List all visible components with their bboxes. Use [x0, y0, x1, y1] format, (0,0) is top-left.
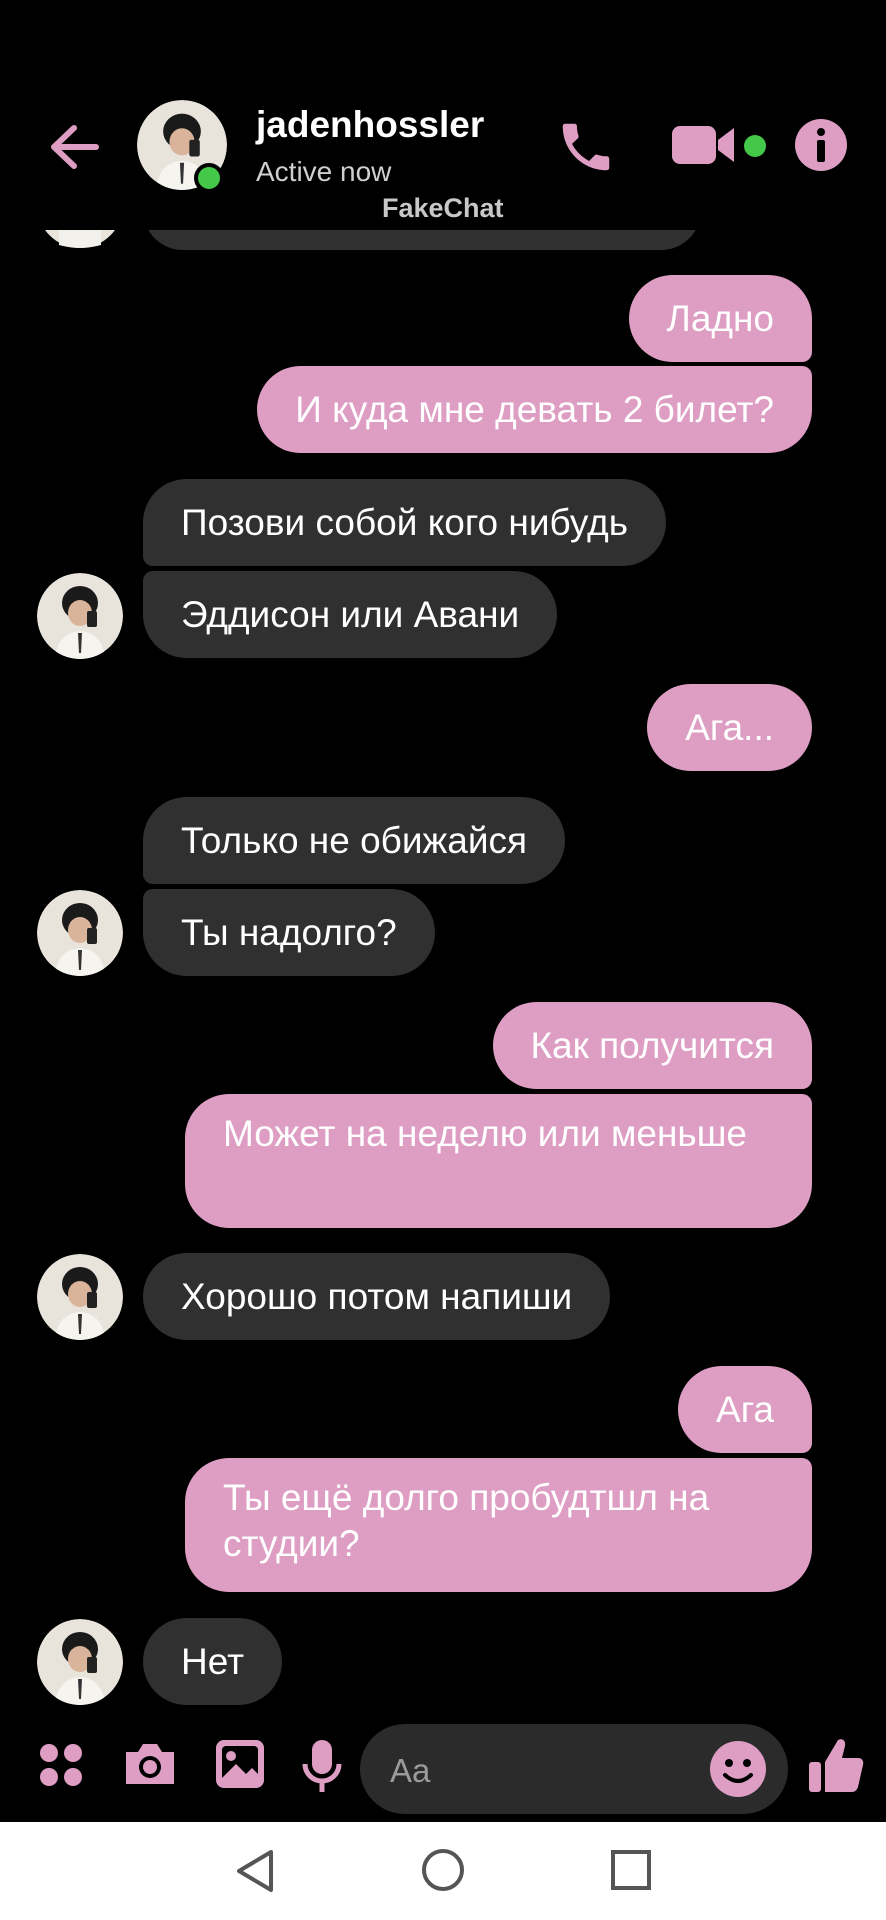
- back-nav-icon[interactable]: [233, 1848, 277, 1899]
- message-bubble-incoming[interactable]: Позови собой кого нибудь: [143, 479, 667, 566]
- video-call-icon[interactable]: [670, 120, 738, 170]
- contact-avatar[interactable]: [37, 1619, 123, 1705]
- camera-icon[interactable]: [122, 1738, 178, 1793]
- message-bubble-outgoing[interactable]: Как получится: [492, 1002, 812, 1089]
- back-arrow-icon[interactable]: [46, 118, 104, 176]
- contact-status: Active now: [256, 156, 392, 187]
- message-bubble-incoming[interactable]: Хорошо потом напиши: [143, 1253, 611, 1340]
- microphone-icon[interactable]: [300, 1738, 344, 1799]
- apps-icon[interactable]: [38, 1742, 84, 1793]
- gallery-icon[interactable]: [214, 1738, 266, 1795]
- message-bubble-outgoing[interactable]: И куда мне девать 2 билет?: [257, 366, 812, 453]
- emoji-icon[interactable]: [708, 1739, 768, 1804]
- message-bubble-incoming[interactable]: Ты надолго?: [143, 889, 435, 976]
- message-bubble-outgoing[interactable]: Может на неделю или меньше: [185, 1094, 812, 1228]
- video-active-indicator: [744, 135, 766, 157]
- chat-header: jadenhossler Active now FakeChat: [0, 0, 886, 230]
- message-bubble-outgoing[interactable]: Ага: [678, 1366, 812, 1453]
- info-icon[interactable]: [793, 117, 849, 173]
- watermark: FakeChat: [382, 193, 504, 223]
- like-icon[interactable]: [806, 1736, 866, 1801]
- contact-avatar[interactable]: [37, 890, 123, 976]
- message-bubble-incoming[interactable]: Только не обижайся: [143, 797, 566, 884]
- contact-name[interactable]: jadenhossler: [256, 104, 484, 146]
- message-bubble-incoming[interactable]: Нет: [143, 1618, 283, 1705]
- home-nav-icon[interactable]: [420, 1847, 466, 1898]
- recents-nav-icon[interactable]: [610, 1849, 652, 1896]
- message-input-placeholder: Aa: [390, 1752, 431, 1789]
- online-indicator: [194, 163, 224, 193]
- message-bubble-outgoing[interactable]: Ты ещё долго пробудтшл на студии?: [185, 1458, 812, 1592]
- message-bubble-incoming[interactable]: Эддисон или Авани: [143, 571, 558, 658]
- message-bubble-outgoing[interactable]: Ладно: [628, 275, 812, 362]
- contact-avatar[interactable]: [37, 573, 123, 659]
- contact-avatar[interactable]: [37, 1254, 123, 1340]
- system-navigation-bar: [0, 1822, 886, 1920]
- message-bubble-outgoing[interactable]: Ага...: [647, 684, 812, 771]
- phone-icon[interactable]: [555, 116, 617, 178]
